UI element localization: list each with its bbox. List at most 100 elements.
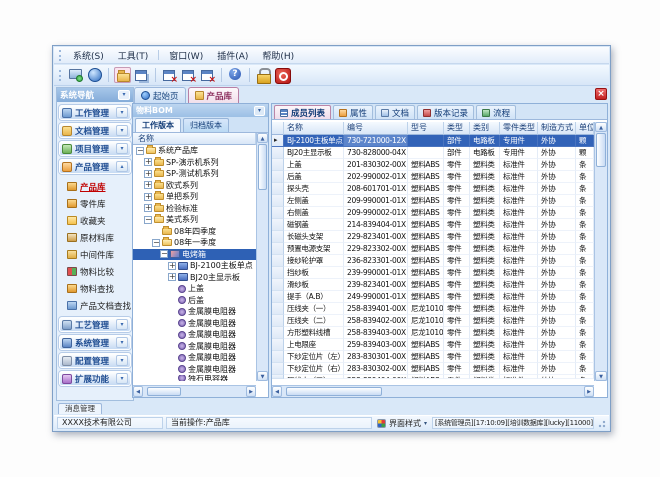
sidebar-section-header-project[interactable]: 项目管理▾ [59, 141, 131, 156]
scroll-down-icon[interactable] [595, 371, 607, 381]
scroll-left-icon[interactable] [133, 386, 143, 397]
tree-item[interactable]: +检验标准 [133, 203, 256, 215]
column-header-2[interactable]: 型号 [408, 122, 444, 135]
table-row[interactable]: 方形塑料线槽258-839403-00X尼龙1010零件塑料类标准件外协条 [272, 327, 594, 339]
scroll-right-icon[interactable] [584, 386, 594, 397]
table-hscroll-thumb[interactable] [286, 387, 382, 396]
close-document-icon[interactable] [595, 88, 607, 100]
table-row[interactable]: 上盖201-830302-00X塑料ABS零件塑料类标准件外协条 [272, 159, 594, 171]
menu-plugins[interactable]: 插件(A) [210, 47, 255, 64]
chevron-down-icon[interactable]: ▾ [116, 107, 128, 118]
table-row[interactable]: 压线夹（二）258-839402-00X尼龙1010零件塑料类标准件外协条 [272, 315, 594, 327]
bom-tab-working-version[interactable]: 工作版本 [135, 118, 181, 132]
tree-column-header[interactable]: 名称 [133, 133, 256, 145]
column-header-6[interactable]: 制造方式 [538, 122, 576, 135]
column-header-4[interactable]: 类别 [470, 122, 500, 135]
open-folder-icon[interactable] [114, 67, 131, 83]
scroll-up-icon[interactable] [595, 122, 607, 132]
toolbar-grip[interactable] [59, 70, 62, 81]
expand-icon[interactable]: + [144, 193, 152, 201]
tab-member-list[interactable]: 成员列表 [274, 105, 331, 119]
tab-properties[interactable]: 属性 [333, 105, 373, 119]
expand-icon[interactable]: + [144, 170, 152, 178]
tree-item[interactable]: 金属膜电阻器 [133, 306, 256, 318]
sidebar-section-header-extend[interactable]: 扩展功能▾ [59, 371, 131, 386]
chevron-down-icon[interactable]: ▾ [116, 143, 128, 154]
chevron-down-icon[interactable]: ▾ [116, 337, 128, 348]
tree-item[interactable]: +欧式系列 [133, 180, 256, 192]
menu-tools[interactable]: 工具(T) [111, 47, 156, 64]
scroll-up-icon[interactable] [257, 133, 268, 143]
collapse-icon[interactable]: − [144, 216, 152, 224]
tree-hscroll-thumb[interactable] [147, 387, 181, 396]
tree-item[interactable]: 金属膜电阻器 [133, 341, 256, 353]
sidebar-section-header-process[interactable]: 工艺管理▾ [59, 317, 131, 332]
column-header-7[interactable]: 单位 [576, 122, 594, 135]
chevron-down-icon[interactable]: ▾ [116, 373, 128, 384]
table-row[interactable]: 后盖202-990002-01X塑料ABS零件塑料类标准件外协条 [272, 171, 594, 183]
table-row[interactable]: BJ20主显示板730-828000-04X部件电路板专用件外协颗 [272, 147, 594, 159]
table-row[interactable]: 预置电源支架229-823302-00X塑料ABS零件塑料类标准件外协条 [272, 243, 594, 255]
tab-documents[interactable]: 文档 [375, 105, 415, 119]
tree-item[interactable]: −08年一季度 [133, 237, 256, 249]
tree-item[interactable]: −系统产品库 [133, 145, 256, 157]
bom-tab-archived-version[interactable]: 归档版本 [183, 118, 229, 132]
tree-item[interactable]: +SP-演示机系列 [133, 157, 256, 169]
sidebar-item-material-compare[interactable]: 物料比较 [61, 263, 131, 280]
table-row[interactable]: 滑纱板239-823401-00X塑料ABS零件塑料类标准件外协条 [272, 279, 594, 291]
sidebar-item-product-library[interactable]: 产品库 [61, 178, 131, 195]
collapse-icon[interactable]: − [152, 239, 160, 247]
close-other-windows-icon[interactable] [199, 67, 216, 83]
tree-scroll-thumb[interactable] [258, 144, 267, 190]
menu-grip[interactable] [59, 50, 62, 61]
doc-tab-product-library[interactable]: 产品库 [188, 87, 240, 103]
lock-icon[interactable] [255, 67, 272, 83]
sidebar-menu-icon[interactable]: ▾ [118, 90, 130, 100]
table-row[interactable]: 左侧盖209-990001-01X塑料ABS零件塑料类标准件外协条 [272, 195, 594, 207]
column-header-3[interactable]: 类型 [444, 122, 470, 135]
expand-icon[interactable]: + [144, 181, 152, 189]
sidebar-section-header-document[interactable]: 文档管理▾ [59, 123, 131, 138]
help-icon[interactable] [227, 67, 244, 83]
expand-icon[interactable]: + [144, 158, 152, 166]
expand-icon[interactable]: + [168, 273, 176, 281]
tree-horizontal-scrollbar[interactable] [133, 385, 256, 397]
tree-item[interactable]: −美式系列 [133, 214, 256, 226]
menu-help[interactable]: 帮助(H) [255, 47, 301, 64]
resize-grip[interactable] [597, 419, 606, 428]
table-row[interactable]: 提手（A.B）249-990001-01X塑料ABS零件塑料类标准件外协条 [272, 291, 594, 303]
sidebar-item-intermediate-library[interactable]: 中间件库 [61, 246, 131, 263]
tree-item[interactable]: 后盖 [133, 295, 256, 307]
scroll-right-icon[interactable] [246, 386, 256, 397]
tree-item[interactable]: +BJ20主显示板 [133, 272, 256, 284]
sidebar-section-header-config[interactable]: 配置管理▾ [59, 353, 131, 368]
close-window-icon[interactable] [161, 67, 178, 83]
close-all-windows-icon[interactable] [180, 67, 197, 83]
tree-item[interactable]: +单把系列 [133, 191, 256, 203]
table-row[interactable]: 压线夹（三）258-839404-00X塑料ABS零件塑料类标准件外协条 [272, 375, 594, 379]
tab-workflow[interactable]: 流程 [476, 105, 516, 119]
expand-icon[interactable]: + [144, 204, 152, 212]
table-row[interactable]: 探头壳208-601701-01X塑料ABS零件塑料类标准件外协条 [272, 183, 594, 195]
chevron-up-icon[interactable]: ▴ [116, 161, 128, 172]
sidebar-section-header-work[interactable]: 工作管理▾ [59, 105, 131, 120]
tree-item[interactable]: 上盖 [133, 283, 256, 295]
table-vertical-scrollbar[interactable] [594, 122, 607, 381]
table-row[interactable]: 长磁头支架229-823401-00X塑料ABS零件塑料类标准件外协条 [272, 231, 594, 243]
scroll-down-icon[interactable] [257, 371, 268, 381]
sidebar-item-favorites[interactable]: 收藏夹 [61, 212, 131, 229]
table-scroll-thumb[interactable] [596, 133, 606, 167]
tree-item[interactable]: 独石电容器 [133, 375, 256, 381]
sidebar-item-material-search[interactable]: 物料查找 [61, 280, 131, 297]
menu-window[interactable]: 窗口(W) [162, 47, 210, 64]
exit-icon[interactable] [274, 67, 291, 83]
table-row[interactable]: 磁钢盖214-839404-01X塑料ABS零件塑料类标准件外协条 [272, 219, 594, 231]
tree-item[interactable]: 08年四季度 [133, 226, 256, 238]
sidebar-section-header-system[interactable]: 系统管理▾ [59, 335, 131, 350]
expand-icon[interactable]: + [168, 262, 176, 270]
table-row[interactable]: 右侧盖209-990002-01X塑料ABS零件塑料类标准件外协条 [272, 207, 594, 219]
globe-icon[interactable] [86, 67, 103, 83]
table-row[interactable]: 挡纱板239-990001-01X塑料ABS零件塑料类标准件外协条 [272, 267, 594, 279]
tree-item[interactable]: 金属膜电阻器 [133, 318, 256, 330]
table-horizontal-scrollbar[interactable] [272, 385, 594, 397]
